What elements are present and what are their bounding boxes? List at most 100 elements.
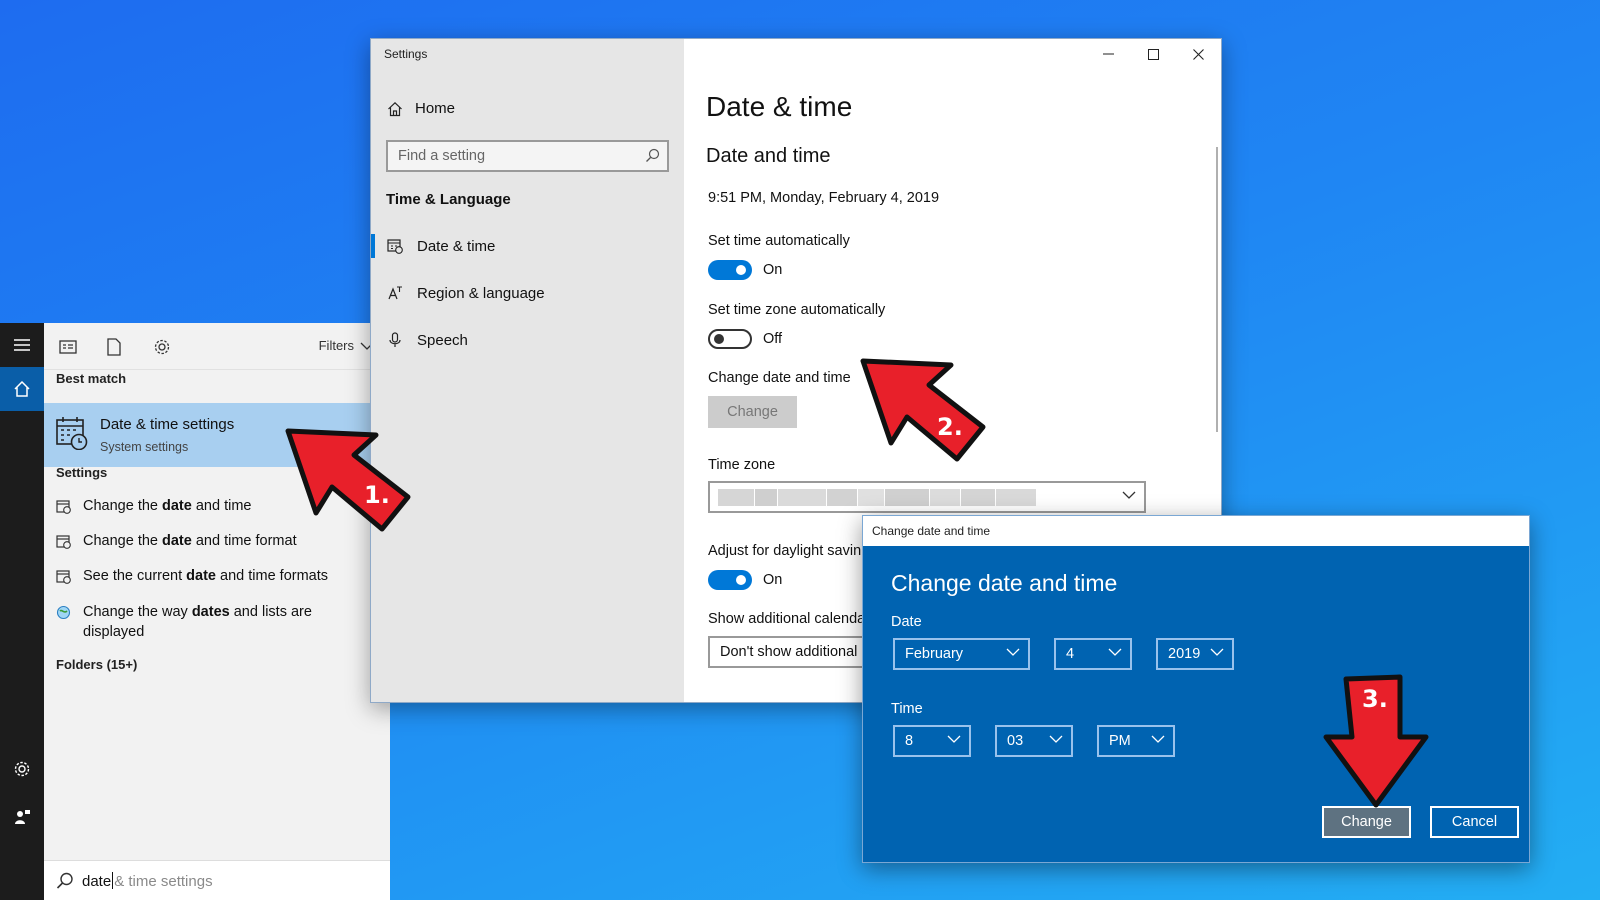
- window-controls: [1081, 39, 1221, 69]
- folders-header[interactable]: Folders (15+): [56, 657, 137, 672]
- day-select[interactable]: 4: [1054, 638, 1132, 670]
- result-match: dates: [191, 604, 230, 620]
- dst-label: Adjust for daylight savin: [708, 543, 862, 559]
- result-match: date: [186, 568, 216, 584]
- nav-label: Region & language: [417, 284, 545, 302]
- calendar-icon: [56, 496, 73, 516]
- nav-label: Speech: [417, 331, 468, 349]
- time-zone-dropdown[interactable]: [708, 481, 1146, 513]
- chevron-down-icon: [1049, 735, 1063, 743]
- dialog-cancel-button[interactable]: Cancel: [1430, 806, 1519, 838]
- search-panel-toolbar: Filters: [44, 323, 390, 370]
- dst-toggle[interactable]: [708, 570, 752, 590]
- change-date-time-label: Change date and time: [708, 370, 851, 386]
- result-text: Change the: [83, 498, 163, 514]
- hour-value: 8: [905, 733, 914, 749]
- settings-filter-icon[interactable]: [150, 335, 174, 359]
- annotation-arrow-3: 3.: [1323, 674, 1429, 808]
- result-text: Change the: [83, 533, 163, 549]
- minute-select[interactable]: 03: [995, 725, 1073, 757]
- filters-label: Filters: [318, 338, 354, 353]
- result-text: displayed: [83, 624, 145, 640]
- find-setting-input[interactable]: [388, 142, 628, 170]
- search-icon: [56, 872, 73, 889]
- settings-header: Settings: [56, 465, 108, 480]
- time-label: Time: [891, 701, 923, 717]
- microphone-icon: [389, 332, 401, 347]
- window-title: Settings: [384, 47, 428, 61]
- search-autocomplete: & time settings: [114, 873, 213, 890]
- scrollbar[interactable]: [1216, 147, 1218, 432]
- nav-date-time[interactable]: Date & time: [371, 226, 684, 266]
- date-label: Date: [891, 614, 922, 630]
- calendars-label: Show additional calenda: [708, 611, 866, 627]
- taskbar-search-box[interactable]: date & time settings: [44, 860, 390, 900]
- chevron-down-icon: [1210, 648, 1224, 656]
- hamburger-menu-icon[interactable]: [0, 323, 44, 367]
- month-select[interactable]: February: [893, 638, 1030, 670]
- year-select[interactable]: 2019: [1156, 638, 1234, 670]
- search-query[interactable]: date & time settings: [82, 872, 213, 890]
- result-match: date: [162, 498, 192, 514]
- day-value: 4: [1066, 646, 1075, 662]
- result-change-dates-lists[interactable]: Change the way dates and lists are displa…: [56, 602, 376, 642]
- set-tz-auto-state: Off: [763, 331, 783, 347]
- best-match-header: Best match: [56, 371, 127, 386]
- set-time-auto-label: Set time automatically: [708, 233, 850, 249]
- dialog-heading: Change date and time: [891, 570, 1118, 596]
- section-title: Time & Language: [386, 191, 511, 208]
- toggle-knob: [736, 575, 746, 585]
- set-time-auto-toggle[interactable]: [708, 260, 752, 280]
- feedback-icon[interactable]: [0, 795, 44, 839]
- home-icon: [388, 101, 402, 116]
- nav-region-language[interactable]: Region & language: [371, 273, 684, 313]
- calendar-icon: [56, 531, 73, 551]
- apps-filter-icon[interactable]: [56, 335, 80, 359]
- home-icon[interactable]: [0, 367, 44, 411]
- search-results-panel: Filters Best match Date & time settings …: [44, 323, 390, 900]
- chevron-down-icon: [1006, 648, 1020, 656]
- result-text: and time format: [191, 533, 297, 549]
- nav-label: Date & time: [417, 237, 496, 255]
- result-see-date-time-formats[interactable]: See the current date and time formats: [56, 566, 376, 586]
- find-setting-search[interactable]: [386, 140, 669, 172]
- start-menu-rail: [0, 323, 44, 900]
- dst-state: On: [763, 572, 783, 588]
- chevron-down-icon: [1108, 648, 1122, 656]
- set-tz-auto-label: Set time zone automatically: [708, 302, 886, 318]
- annotation-label-3: 3.: [1362, 685, 1388, 713]
- set-time-auto-state: On: [763, 262, 783, 278]
- documents-filter-icon[interactable]: [102, 335, 126, 359]
- annotation-label-1: 1.: [364, 481, 390, 509]
- annotation-label-2: 2.: [937, 413, 963, 441]
- annotation-arrow-1: 1.: [285, 428, 411, 532]
- change-button-disabled: Change: [708, 396, 797, 428]
- minimize-icon[interactable]: [1086, 39, 1131, 69]
- chevron-down-icon: [1151, 735, 1165, 743]
- chevron-down-icon: [1122, 491, 1136, 499]
- nav-home[interactable]: Home: [387, 100, 455, 117]
- result-text: See the current: [83, 568, 187, 584]
- result-text: and time: [191, 498, 252, 514]
- close-icon[interactable]: [1176, 39, 1221, 69]
- redacted-time-zone: [718, 489, 1063, 506]
- calendar-icon: [56, 566, 73, 586]
- dialog-titlebar: Change date and time: [863, 516, 1529, 546]
- hour-select[interactable]: 8: [893, 725, 971, 757]
- result-text: and time formats: [216, 568, 329, 584]
- home-label: Home: [415, 100, 456, 117]
- ampm-select[interactable]: PM: [1097, 725, 1175, 757]
- calendars-dropdown[interactable]: Don't show additional: [708, 636, 888, 668]
- nav-speech[interactable]: Speech: [371, 320, 684, 360]
- year-value: 2019: [1168, 646, 1201, 662]
- page-title: Date & time: [706, 91, 853, 122]
- calendar-clock-icon: [387, 239, 403, 254]
- set-tz-auto-toggle[interactable]: [708, 329, 752, 349]
- maximize-icon[interactable]: [1131, 39, 1176, 69]
- calendar-clock-icon: [56, 417, 88, 450]
- current-date-time: 9:51 PM, Monday, February 4, 2019: [708, 190, 940, 206]
- subsection-title: Date and time: [706, 145, 831, 167]
- filters-dropdown[interactable]: Filters: [319, 338, 374, 353]
- settings-gear-icon[interactable]: [0, 747, 44, 791]
- settings-sidebar: Settings Home Time & Language Date & tim…: [371, 39, 684, 702]
